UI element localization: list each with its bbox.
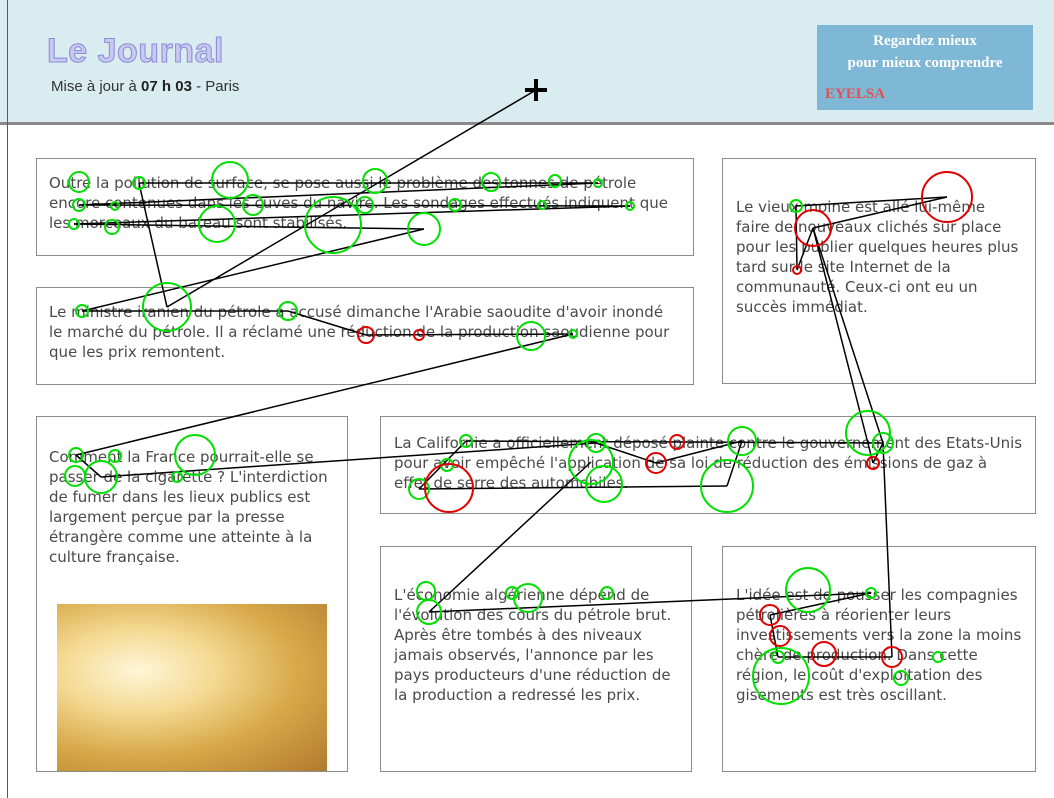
article-idee-text: L'idée est de pousser les compagnies pét… <box>736 586 1022 704</box>
site-logo[interactable]: Le Journal <box>47 33 224 70</box>
article-opep-text: Le ministre iranien du pétrole a accusé … <box>49 303 670 361</box>
article-economie[interactable]: L'économie algérienne dépend de l'évolut… <box>380 546 692 772</box>
header-banner: Le Journal Mise à jour à 07 h 03 - Paris… <box>0 0 1054 125</box>
ad-brand: EYELSA <box>825 86 886 102</box>
article-pollution-text: Outre la pollution de surface, se pose a… <box>49 174 668 232</box>
ad-line-2: pour mieux comprendre <box>847 55 1003 71</box>
update-timestamp: Mise à jour à 07 h 03 - Paris <box>51 78 239 95</box>
update-suffix: - Paris <box>191 78 240 95</box>
article-moine[interactable]: Le vieux moine est allé lui-même faire d… <box>722 158 1036 384</box>
article-californie[interactable]: La Californie a officiellement déposé pl… <box>380 416 1036 514</box>
article-opep[interactable]: Le ministre iranien du pétrole a accusé … <box>36 287 694 385</box>
ad-line-1: Regardez mieux <box>873 33 977 49</box>
article-pollution[interactable]: Outre la pollution de surface, se pose a… <box>36 158 694 256</box>
article-economie-text: L'économie algérienne dépend de l'évolut… <box>394 586 672 704</box>
left-page-rule <box>7 0 8 798</box>
ad-banner[interactable]: Regardez mieux pour mieux comprendre EYE… <box>817 25 1033 110</box>
article-cigarette-text: Comment la France pourrait-elle se passe… <box>49 448 328 566</box>
article-moine-text: Le vieux moine est allé lui-même faire d… <box>736 198 1019 316</box>
update-time: 07 h 03 <box>141 78 192 95</box>
update-prefix: Mise à jour à <box>51 78 142 95</box>
coffee-cigarette-photo <box>57 604 327 771</box>
article-idee[interactable]: L'idée est de pousser les compagnies pét… <box>722 546 1036 772</box>
article-californie-text: La Californie a officiellement déposé pl… <box>394 434 1023 492</box>
